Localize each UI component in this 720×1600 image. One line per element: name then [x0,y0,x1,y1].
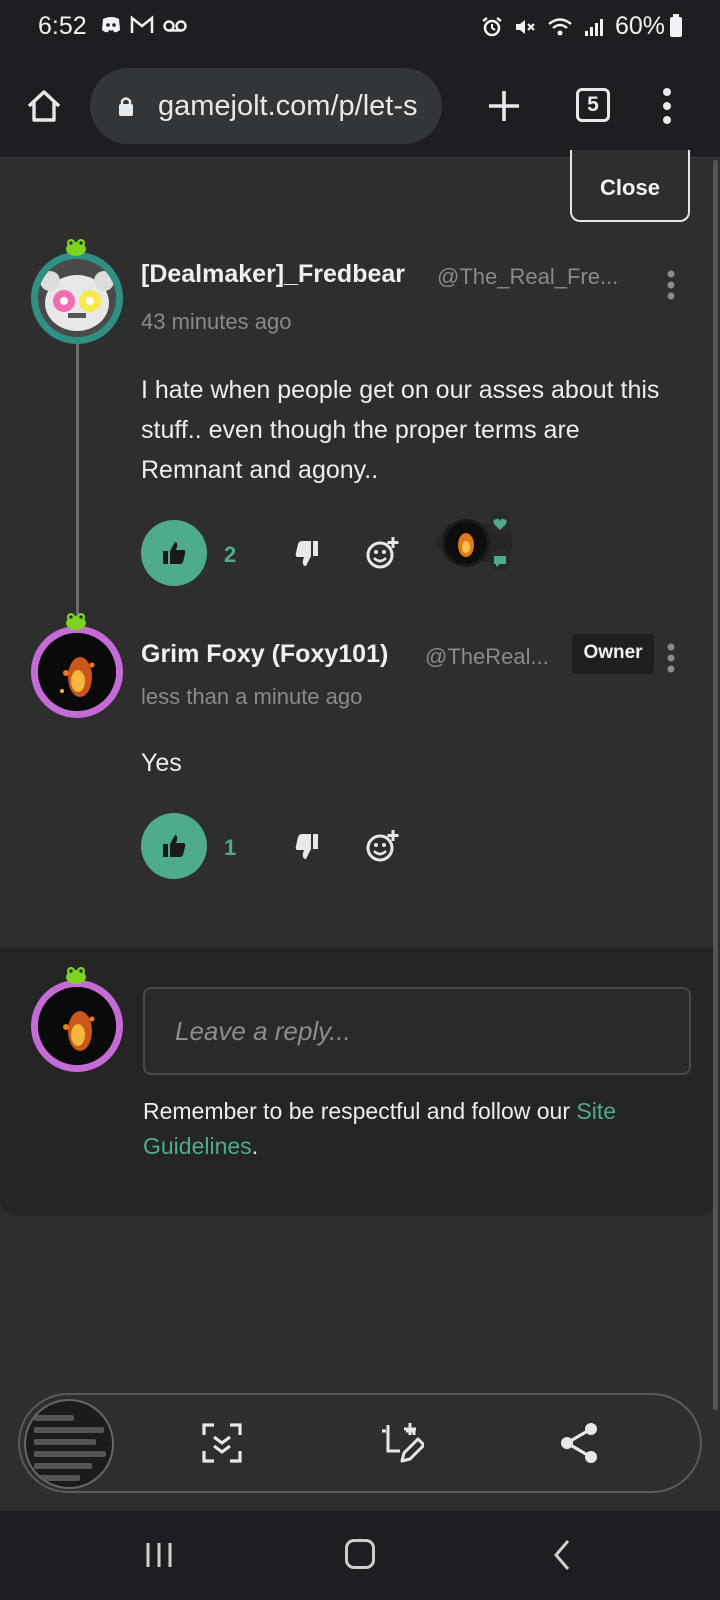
screenshot-thumbnail[interactable] [24,1399,114,1489]
thumbs-up-icon [163,542,186,564]
back-icon[interactable] [552,1539,572,1571]
home-icon[interactable] [24,86,64,126]
discord-icon [102,17,120,33]
avatar-image [38,633,116,711]
battery-icon [670,14,682,37]
like-count: 1 [224,835,237,860]
avatar[interactable] [31,626,123,718]
like-button[interactable] [141,520,207,586]
frog-badge-icon [66,239,86,256]
gmail-icon [130,15,154,33]
browser-toolbar: gamejolt.com/p/let-s 5 [0,56,720,158]
fire-avatar-icon [38,633,116,711]
comment-username[interactable]: Grim Foxy (Foxy101) [141,640,388,669]
edit-capture-icon[interactable] [380,1421,424,1465]
close-button[interactable]: Close [570,150,690,222]
recent-apps-icon[interactable] [144,1541,174,1569]
address-bar[interactable]: gamejolt.com/p/let-s [90,68,442,144]
mute-icon [515,19,535,34]
reaction-chip[interactable] [428,512,512,574]
tab-switcher-button[interactable]: 5 [576,88,610,122]
thumbs-down-icon[interactable] [292,536,326,570]
system-nav-bar [0,1511,720,1600]
comment-handle[interactable]: @The_Real_Fre... [437,264,618,290]
fredbear-avatar-icon [38,259,116,337]
owner-badge: Owner [572,634,654,674]
guidelines-prefix: Remember to be respectful and follow our [143,1098,577,1124]
thumbs-down-icon[interactable] [292,829,326,863]
wifi-icon [548,17,572,35]
scan-icon[interactable] [200,1421,244,1465]
page-scrollbar[interactable] [713,160,718,1410]
comment-handle[interactable]: @TheReal... [425,644,549,670]
comment-body: I hate when people get on our asses abou… [141,376,660,484]
frog-badge-icon [66,967,86,984]
url-text: gamejolt.com/p/let-s [158,90,418,122]
thumbs-up-icon [163,835,186,857]
comment-options-icon[interactable] [666,270,676,300]
battery-percent: 60% [614,12,665,40]
avatar[interactable] [31,252,123,344]
thread-line [76,340,79,625]
lock-icon [119,97,133,116]
new-tab-icon[interactable] [484,86,524,126]
reply-input[interactable] [143,987,691,1075]
signal-icon [584,18,603,36]
frog-badge-icon [66,613,86,630]
comment-timestamp[interactable]: 43 minutes ago [141,309,291,335]
fire-avatar-icon [38,987,116,1065]
like-count: 2 [224,542,237,567]
status-left-icons [100,14,188,36]
status-bar: 6:52 60% [0,0,720,56]
comment-username[interactable]: [Dealmaker]_Fredbear [141,260,405,289]
comment-body: Yes [141,749,182,777]
like-button[interactable] [141,813,207,879]
guidelines-text: Remember to be respectful and follow our… [143,1094,683,1164]
add-reaction-icon[interactable] [366,536,400,570]
more-menu-icon[interactable] [660,86,674,126]
avatar-image [38,987,116,1065]
reply-avatar [31,980,123,1072]
alarm-icon [482,16,502,36]
status-right-icons: 60% [481,12,665,41]
share-icon[interactable] [558,1421,602,1465]
home-nav-icon[interactable] [345,1539,375,1569]
comment-options-icon[interactable] [666,643,676,673]
comment-timestamp[interactable]: less than a minute ago [141,684,362,710]
voicemail-icon [163,20,187,32]
avatar-image [38,259,116,337]
screenshot-action-bar [18,1393,702,1493]
add-reaction-icon[interactable] [366,829,400,863]
guidelines-suffix: . [251,1133,259,1159]
status-time: 6:52 [38,12,87,40]
